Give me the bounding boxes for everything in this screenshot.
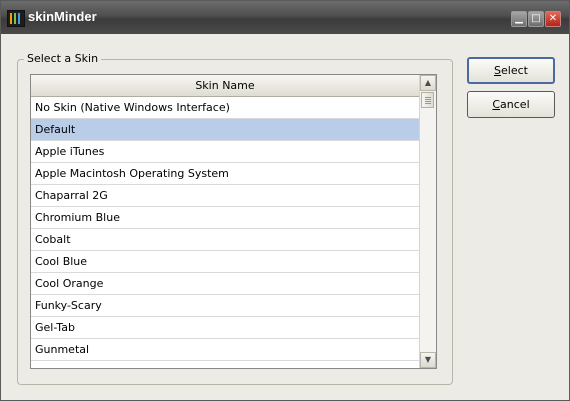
scroll-thumb[interactable] — [421, 92, 434, 108]
skin-list[interactable]: Skin Name No Skin (Native Windows Interf… — [30, 74, 437, 369]
skinminder-app-icon[interactable] — [7, 10, 25, 27]
scroll-down-button[interactable]: ▼ — [420, 352, 436, 368]
list-item[interactable]: Chromium Blue — [31, 207, 419, 229]
select-button[interactable]: Select — [467, 57, 555, 84]
select-button-mnemonic: S — [494, 64, 502, 77]
skinminder-window: skinMinder ▁ □ ✕ Select a Skin Skin Name… — [0, 0, 570, 401]
vertical-scrollbar[interactable]: ▲ ▼ — [419, 75, 436, 368]
minimize-button[interactable]: ▁ — [511, 11, 527, 27]
close-icon: ✕ — [548, 13, 558, 24]
list-item[interactable]: No Skin (Native Windows Interface) — [31, 97, 419, 119]
maximize-icon: □ — [531, 13, 541, 24]
list-item[interactable]: Chaparral 2G — [31, 185, 419, 207]
list-item[interactable]: Apple iTunes — [31, 141, 419, 163]
scroll-up-button[interactable]: ▲ — [420, 75, 436, 91]
title-bar[interactable]: skinMinder ▁ □ ✕ — [1, 1, 569, 34]
list-item[interactable]: Gel-Tab — [31, 317, 419, 339]
list-item-selected[interactable]: Default — [31, 119, 419, 141]
column-header-skin-name[interactable]: Skin Name — [31, 75, 419, 97]
maximize-button[interactable]: □ — [528, 11, 544, 27]
list-item[interactable]: Cobalt — [31, 229, 419, 251]
chevron-down-icon: ▼ — [424, 355, 432, 364]
minimize-icon: ▁ — [515, 13, 523, 24]
window-title: skinMinder — [28, 9, 97, 24]
groupbox-label: Select a Skin — [24, 52, 102, 65]
chevron-up-icon: ▲ — [424, 78, 432, 87]
close-button[interactable]: ✕ — [545, 11, 561, 27]
list-item[interactable]: Gunmetal — [31, 339, 419, 361]
cancel-button-mnemonic: C — [492, 98, 501, 111]
cancel-button-label: ancel — [500, 98, 530, 111]
list-item[interactable]: Cool Orange — [31, 273, 419, 295]
list-item[interactable]: Apple Macintosh Operating System — [31, 163, 419, 185]
select-button-label: elect — [501, 64, 528, 77]
skin-list-rows: No Skin (Native Windows Interface) Defaul… — [31, 97, 419, 361]
cancel-button[interactable]: Cancel — [467, 91, 555, 118]
list-item[interactable]: Funky-Scary — [31, 295, 419, 317]
list-item[interactable]: Cool Blue — [31, 251, 419, 273]
